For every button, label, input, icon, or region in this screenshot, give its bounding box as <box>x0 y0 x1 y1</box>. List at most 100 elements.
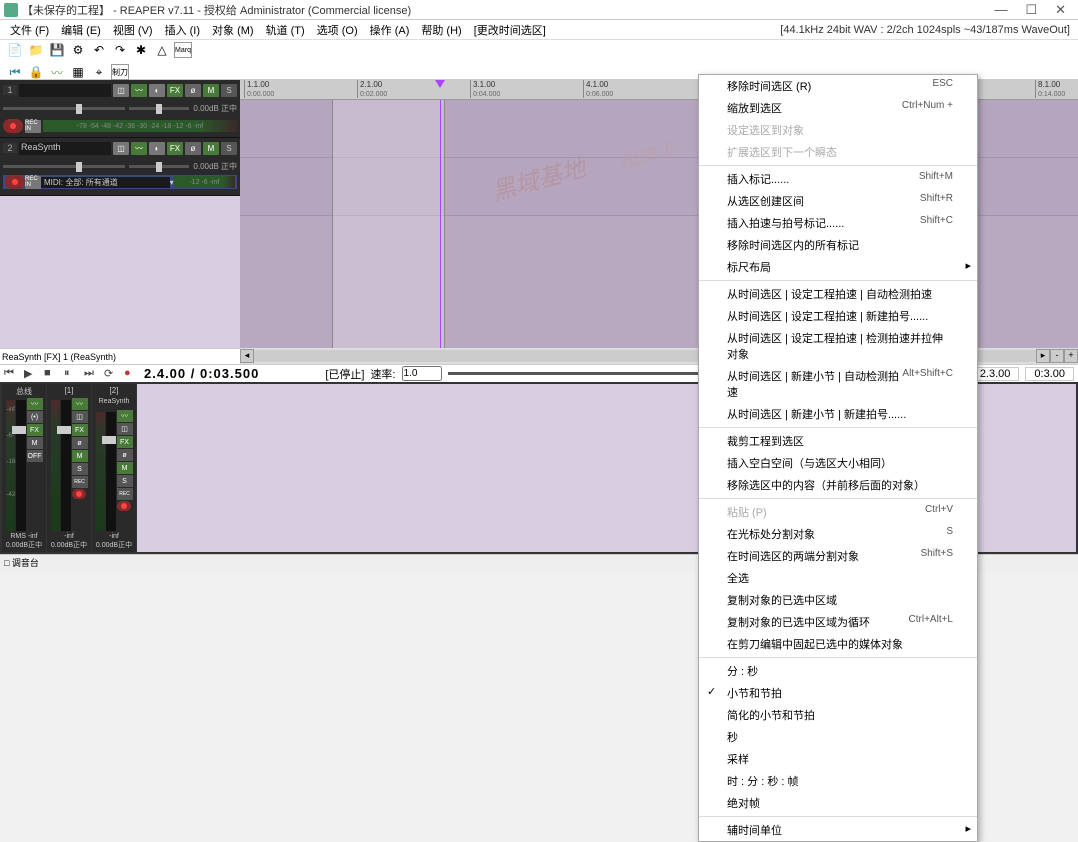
mute-button[interactable]: M <box>27 437 43 449</box>
record-icon[interactable]: ● <box>124 367 138 381</box>
volume-slider[interactable] <box>3 107 125 110</box>
context-menu-item[interactable]: 从时间选区 | 设定工程拍速 | 检测拍速并拉伸对象 <box>699 327 977 365</box>
context-menu-item[interactable]: 分 : 秒 <box>699 660 977 682</box>
context-menu-item[interactable]: 移除时间选区内的所有标记 <box>699 234 977 256</box>
fx-label[interactable]: ReaSynth [FX] 1 (ReaSynth) <box>0 348 240 364</box>
route-button[interactable]: ◫ <box>113 142 129 155</box>
selection-start[interactable]: 2.3.00 <box>971 367 1020 381</box>
time-display[interactable]: 2.4.00 / 0:03.500 <box>144 366 259 381</box>
undo-icon[interactable]: ↶ <box>90 42 108 58</box>
maximize-button[interactable]: ☐ <box>1025 2 1037 18</box>
rewind-icon[interactable]: ⏮ <box>6 64 24 80</box>
env-button[interactable]: 〰 <box>72 398 88 410</box>
ch-name[interactable]: ReaSynth <box>99 398 130 410</box>
context-menu-item[interactable]: 裁剪工程到选区 <box>699 430 977 452</box>
menu-track[interactable]: 轨道 (T) <box>260 22 311 38</box>
context-menu-item[interactable]: 移除选区中的内容（并前移后面的对象） <box>699 474 977 496</box>
go-end-icon[interactable]: ⏭ <box>84 367 98 381</box>
solo-button[interactable]: S <box>117 475 133 487</box>
env-button[interactable]: 〰 <box>131 142 147 155</box>
new-icon[interactable]: 📄 <box>6 42 24 58</box>
menu-timesel[interactable]: [更改时间选区] <box>468 22 552 38</box>
context-menu-item[interactable]: 在时间选区的两端分割对象Shift+S <box>699 545 977 567</box>
solo-button[interactable]: OFF <box>27 450 43 462</box>
track-name-field[interactable]: ReaSynth <box>19 142 111 155</box>
anchor-icon[interactable]: ✱ <box>132 42 150 58</box>
snap-icon[interactable]: ⌖ <box>90 64 108 80</box>
mute-button[interactable]: M <box>203 84 219 97</box>
solo-button[interactable]: S <box>72 463 88 475</box>
menu-help[interactable]: 帮助 (H) <box>415 22 467 38</box>
scroll-left-icon[interactable]: ◂ <box>240 349 254 363</box>
menu-view[interactable]: 视图 (V) <box>107 22 159 38</box>
context-menu-item[interactable]: 秒 <box>699 726 977 748</box>
mute-button[interactable]: M <box>203 142 219 155</box>
fader[interactable] <box>106 412 116 531</box>
menu-file[interactable]: 文件 (F) <box>4 22 55 38</box>
time-selection[interactable] <box>332 100 445 348</box>
record-arm-button[interactable] <box>117 501 131 511</box>
phase-button[interactable]: ø <box>72 437 88 449</box>
fx-button[interactable]: FX <box>27 424 43 436</box>
context-menu-item[interactable]: 简化的小节和节拍 <box>699 704 977 726</box>
context-menu-item[interactable]: 缩放到选区Ctrl+Num + <box>699 97 977 119</box>
settings-icon[interactable]: ⚙ <box>69 42 87 58</box>
context-menu-item[interactable]: 移除时间选区 (R)ESC <box>699 75 977 97</box>
io-button[interactable]: ◫ <box>72 411 88 423</box>
menu-insert[interactable]: 插入 (I) <box>159 22 206 38</box>
open-icon[interactable]: 📁 <box>27 42 45 58</box>
solo-button[interactable]: S <box>221 142 237 155</box>
record-arm-button[interactable] <box>72 489 86 499</box>
fx-button[interactable]: FX <box>72 424 88 436</box>
context-menu-item[interactable]: 采样 <box>699 748 977 770</box>
envelope-icon[interactable]: 〰 <box>48 64 66 80</box>
selection-end[interactable]: 0:3.00 <box>1025 367 1074 381</box>
play-icon[interactable]: ▶ <box>24 367 38 381</box>
fx-button[interactable]: FX <box>117 436 133 448</box>
pan-slider[interactable] <box>129 165 190 168</box>
context-menu-item[interactable]: 从时间选区 | 设定工程拍速 | 自动检测拍速 <box>699 283 977 305</box>
context-menu-item[interactable]: 插入空白空间（与选区大小相同） <box>699 452 977 474</box>
ripple-icon[interactable]: 制刀 <box>111 64 129 80</box>
cursor-marker-icon[interactable] <box>435 80 445 88</box>
menu-actions[interactable]: 操作 (A) <box>364 22 416 38</box>
marq-icon[interactable]: Marq <box>174 42 192 58</box>
phase-button[interactable]: ø <box>185 142 201 155</box>
context-menu-item[interactable]: 绝对帧 <box>699 792 977 814</box>
fx-button[interactable]: FX <box>167 84 183 97</box>
lock-icon[interactable]: 🔒 <box>27 64 45 80</box>
fader[interactable] <box>61 400 71 531</box>
context-menu-item[interactable]: 辅时间单位▸ <box>699 819 977 841</box>
rec-in-button[interactable]: REC IN <box>25 120 41 133</box>
minimize-button[interactable]: — <box>994 2 1007 18</box>
context-menu-item[interactable]: 插入拍速与拍号标记......Shift+C <box>699 212 977 234</box>
recin-button[interactable]: REC <box>72 476 88 488</box>
mixer-master[interactable]: 总线 -inf-6--18--42- 〰 (•) FX M OFF RMS -i… <box>2 384 46 552</box>
context-menu-item[interactable]: ✓小节和节拍 <box>699 682 977 704</box>
track-row[interactable]: 2 ReaSynth ◫ 〰 ◐ FX ø M S 0.00dB 正中 REC … <box>0 138 240 196</box>
edit-cursor[interactable] <box>440 100 441 348</box>
context-menu-item[interactable]: 从选区创建区间Shift+R <box>699 190 977 212</box>
phase-button[interactable]: ø <box>117 449 133 461</box>
mute-button[interactable]: M <box>117 462 133 474</box>
mixer-channel[interactable]: [1] 〰 ◫ FX ø M S REC -inf 0.00dB正中 <box>47 384 91 552</box>
context-menu-item[interactable]: 全选 <box>699 567 977 589</box>
rate-input[interactable] <box>402 366 442 381</box>
audio-status[interactable]: [44.1kHz 24bit WAV : 2/2ch 1024spls ~43/… <box>780 24 1074 36</box>
trim-button[interactable]: ◐ <box>149 84 165 97</box>
grid-icon[interactable]: ▦ <box>69 64 87 80</box>
scroll-right-icon[interactable]: ▸ <box>1036 349 1050 363</box>
redo-icon[interactable]: ↷ <box>111 42 129 58</box>
track-name-field[interactable] <box>19 84 111 97</box>
save-icon[interactable]: 💾 <box>48 42 66 58</box>
io-button[interactable]: ◫ <box>117 423 133 435</box>
zoom-out-icon[interactable]: - <box>1050 349 1064 363</box>
mute-button[interactable]: M <box>72 450 88 462</box>
context-menu-item[interactable]: 从时间选区 | 设定工程拍速 | 新建拍号...... <box>699 305 977 327</box>
stop-icon[interactable]: ■ <box>44 367 58 381</box>
menu-item[interactable]: 对象 (M) <box>206 22 260 38</box>
pan-slider[interactable] <box>129 107 190 110</box>
go-start-icon[interactable]: ⏮ <box>4 367 18 381</box>
midi-input-label[interactable]: MIDI: 全部: 所有通道 <box>41 177 170 188</box>
context-menu-item[interactable]: 从时间选区 | 新建小节 | 新建拍号...... <box>699 403 977 425</box>
